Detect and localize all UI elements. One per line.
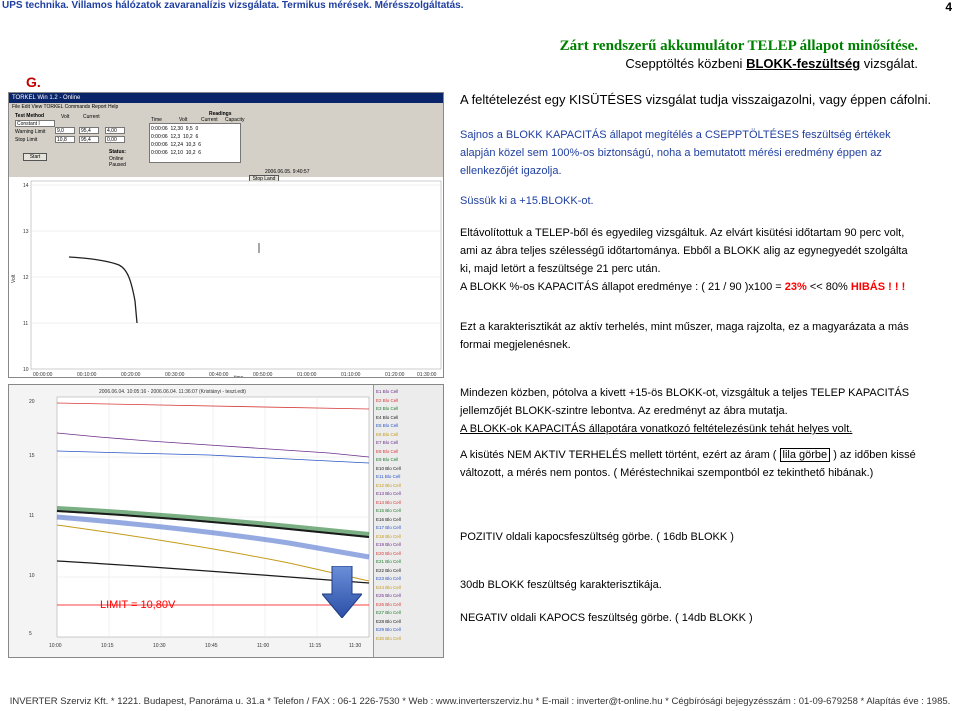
x-tick: 01:10:00: [341, 372, 361, 378]
blue-arrow-icon: [322, 566, 362, 618]
legend-item: E28 Blo Cell: [376, 618, 401, 624]
y-tick: 13: [23, 229, 29, 235]
x-tick: 00:10:00: [77, 372, 97, 378]
x-tick: 01:00:00: [297, 372, 317, 378]
legend-item: E17 Blo Cell: [376, 525, 401, 530]
torkel-software-screenshot: TORKEL Win 1.2 - Online File Edit View T…: [8, 92, 444, 378]
legend-item: E3 Blo Cell: [376, 406, 399, 411]
series-legend-panel: E1 Blo Cell E2 Blo Cell E3 Blo Cell E4 Blo …: [373, 385, 443, 657]
x-tick: 00:20:00: [121, 372, 141, 378]
legend-item: E9 Blo Cell: [376, 457, 399, 462]
legend-item: E30 Blo Cell: [376, 635, 401, 641]
legend-item: E11 Blo Cell: [376, 474, 401, 479]
y-tick: 11: [23, 321, 28, 327]
paragraph-capacity-warning: Sajnos a BLOKK KAPACITÁS állapot megítél…: [460, 129, 891, 177]
x-tick: 00:40:00: [209, 372, 229, 378]
x-tick: 10:00: [49, 643, 62, 649]
y-tick: 11: [29, 513, 34, 519]
legend-item: E23 Blo Cell: [376, 576, 401, 581]
x-tick: 01:30:00: [417, 372, 437, 378]
y-tick: 12: [23, 275, 29, 281]
label-block-curves: 30db BLOKK feszültség karakterisztikája.: [460, 579, 662, 591]
y-tick: 14: [23, 183, 29, 189]
section-letter: G.: [26, 74, 41, 90]
paragraph-current-note: A kisütés NEM AKTIV TERHELÉS mellett tör…: [460, 448, 916, 479]
y-tick: 10: [29, 573, 35, 579]
legend-item: E19 Blo Cell: [376, 542, 401, 547]
page-number: 4: [945, 0, 952, 14]
battery-bank-chart-screenshot: 2006.06.04. 10:05:16 - 2006.06.04. 11:36…: [8, 384, 444, 658]
legend-item: E21 Blo Cell: [376, 559, 401, 564]
footer-company-info: INVERTER Szerviz Kft. * 1221. Budapest, …: [9, 696, 951, 707]
x-tick: 11:30: [349, 643, 361, 649]
legend-item: E10 Blo Cell: [376, 465, 401, 471]
x-tick: 00:00:00: [33, 372, 53, 378]
legend-item: E1 Blo Cell: [376, 389, 399, 394]
label-negative-curve: NEGATIV oldali KAPOCS feszültség görbe. …: [460, 612, 753, 624]
x-axis-label: time: [234, 375, 244, 378]
y-tick: 5: [29, 631, 32, 637]
discharge-chart: 14 13 12 11 10 Volt 00:00:00 00:10:00 00…: [11, 180, 442, 378]
legend-item: E24 Blo Cell: [376, 584, 401, 590]
paragraph-removed-block: Eltávolítottuk a TELEP-ből és egyedileg …: [460, 227, 908, 275]
legend-item: E5 Blo Cell: [376, 423, 399, 428]
limit-label: LIMIT = 10,80V: [100, 599, 176, 611]
y-tick: 15: [29, 453, 35, 459]
x-tick: 10:30: [153, 643, 166, 649]
paragraph-bank-test: Mindezen közben, pótolva a kivett +15-ös…: [460, 387, 910, 435]
legend-item: E2 Blo Cell: [376, 397, 399, 403]
legend-item: E12 Blo Cell: [376, 482, 401, 488]
legend-item: E4 Blo Cell: [376, 414, 399, 420]
legend-item: E29 Blo Cell: [376, 627, 401, 632]
main-title: Zárt rendszerű akkumulátor TELEP állapot…: [559, 38, 918, 54]
hypothesis-text: A feltételezést egy KISÜTÉSES vizsgálat …: [460, 92, 932, 107]
legend-item: E13 Blo Cell: [376, 491, 401, 496]
paragraph-characteristic: Ezt a karakterisztikát az aktív terhelés…: [460, 321, 909, 351]
legend-item: E25 Blo Cell: [376, 593, 401, 598]
x-tick: 00:30:00: [165, 372, 185, 378]
y-tick: 20: [29, 399, 35, 405]
legend-item: E22 Blo Cell: [376, 567, 401, 573]
paragraph-discharge-15: Süssük ki a +15.BLOKK-ot.: [460, 195, 594, 207]
x-tick: 10:45: [205, 643, 218, 649]
x-tick: 10:15: [101, 643, 114, 649]
main-subtitle: Csepptöltés közbeni BLOKK-feszültség viz…: [625, 56, 918, 71]
legend-item: E18 Blo Cell: [376, 533, 401, 539]
x-tick: 11:00: [257, 643, 269, 649]
legend-item: E16 Blo Cell: [376, 516, 401, 522]
legend-item: E27 Blo Cell: [376, 610, 401, 615]
x-tick: 11:15: [309, 643, 321, 649]
chart-time-range: 2006.06.04. 10:05:16 - 2006.06.04. 11:36…: [99, 389, 246, 395]
x-tick: 01:20:00: [385, 372, 405, 378]
legend-item: E6 Blo Cell: [376, 431, 399, 437]
legend-item: E15 Blo Cell: [376, 508, 401, 513]
legend-item: E14 Blo Cell: [376, 499, 401, 505]
legend-item: E20 Blo Cell: [376, 550, 401, 556]
paragraph-capacity-result: A BLOKK %-os KAPACITÁS állapot eredménye…: [460, 281, 906, 293]
x-tick: 00:50:00: [253, 372, 273, 378]
legend-item: E26 Blo Cell: [376, 601, 401, 607]
y-axis-label: Volt: [11, 274, 17, 283]
legend-item: E7 Blo Cell: [376, 440, 399, 445]
bank-chart: 2006.06.04. 10:05:16 - 2006.06.04. 11:36…: [29, 389, 370, 649]
legend-item: E8 Blo Cell: [376, 448, 399, 454]
label-positive-curve: POZITIV oldali kapocsfeszültség görbe. (…: [460, 531, 734, 543]
document-header-title: UPS technika. Villamos hálózatok zavaran…: [2, 0, 464, 11]
y-tick: 10: [23, 367, 29, 373]
